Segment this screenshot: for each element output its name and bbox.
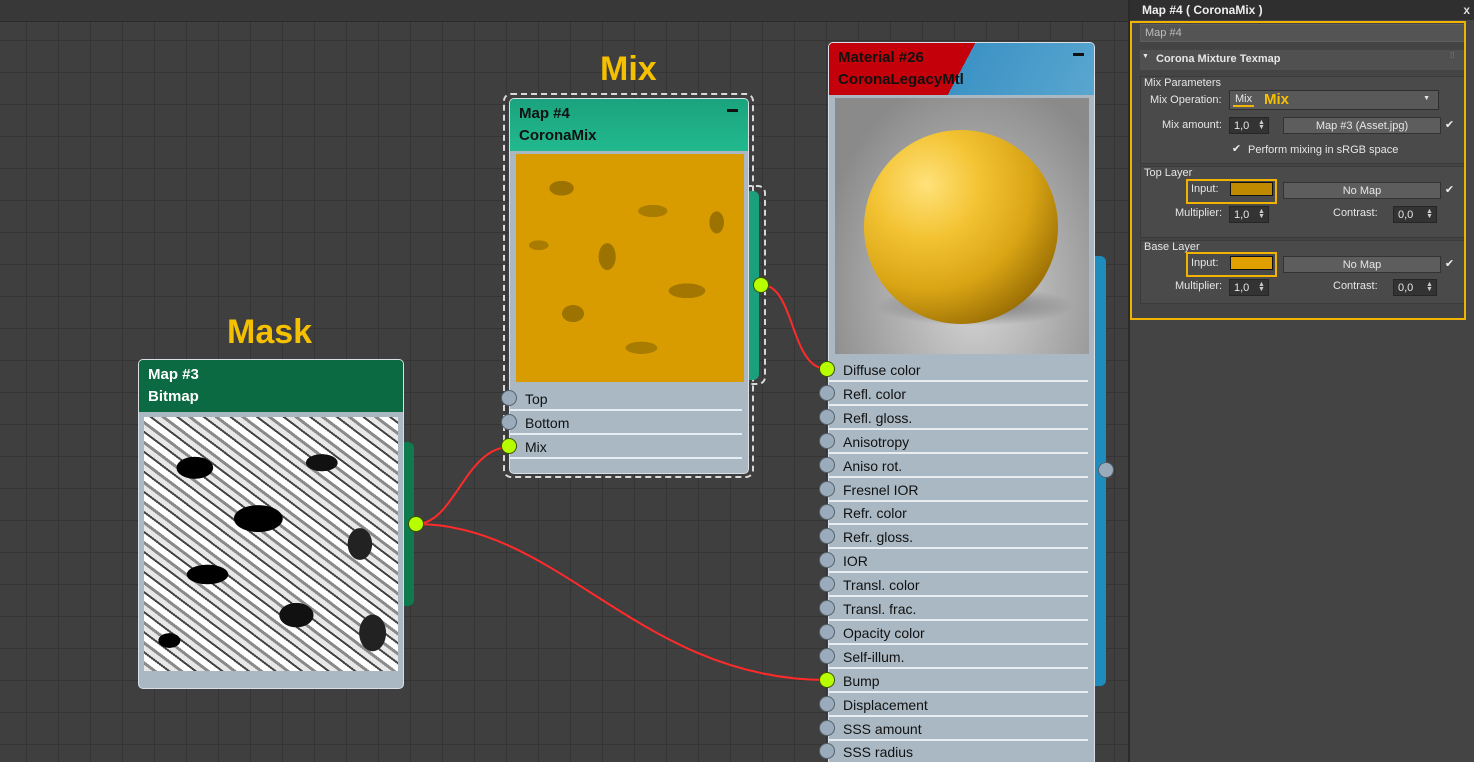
material-slot-self-illum[interactable]: Self-illum.: [829, 645, 1094, 669]
material-node-name: Material #26: [838, 49, 924, 66]
material-slot-fresnel-ior[interactable]: Fresnel IOR: [829, 478, 1094, 502]
material-slot-label: Refl. gloss.: [843, 409, 913, 426]
material-slot-label: Bump: [843, 672, 880, 689]
material-slot-transl-frac[interactable]: Transl. frac.: [829, 597, 1094, 621]
mask-output-socket[interactable]: [408, 516, 424, 532]
panel-title: Map #4 ( CoronaMix ): [1142, 3, 1263, 17]
top-input-highlight: [1186, 179, 1277, 204]
panel-titlebar: Map #4 ( CoronaMix ) x: [1130, 0, 1474, 20]
mix-node-type: CoronaMix: [519, 127, 597, 144]
material-slot-label: Fresnel IOR: [843, 481, 919, 498]
panel-highlight-frame: [1130, 21, 1466, 320]
material-slot-anisotropy[interactable]: Anisotropy: [829, 430, 1094, 454]
material-slot-ior[interactable]: IOR: [829, 549, 1094, 574]
material-slot-aniso-rot[interactable]: Aniso rot.: [829, 454, 1094, 478]
material-slot-label: Self-illum.: [843, 648, 905, 665]
material-slot-bump[interactable]: Bump: [829, 669, 1094, 693]
mix-annotation: Mix: [600, 50, 657, 88]
node-editor-canvas[interactable]: Mix Mask Map #4 CoronaMix Top Bottom Mix…: [0, 0, 1128, 762]
material-socket-displacement[interactable]: [819, 695, 835, 712]
material-node-header[interactable]: Material #26 CoronaLegacyMtl: [829, 43, 1094, 95]
material-preview-image: [835, 98, 1089, 354]
slot-bottom[interactable]: Bottom: [510, 411, 748, 435]
material-slot-displacement[interactable]: Displacement: [829, 693, 1094, 717]
wire-mask-to-mix: [415, 446, 511, 525]
material-slot-label: Refr. gloss.: [843, 529, 914, 546]
minimize-icon[interactable]: [727, 109, 738, 112]
mix-node-header[interactable]: Map #4 CoronaMix: [510, 99, 748, 151]
slot-top[interactable]: Top: [510, 387, 748, 411]
material-socket-opacity-color[interactable]: [819, 623, 835, 640]
material-socket-diffuse-color[interactable]: [819, 361, 835, 377]
material-socket-aniso-rot[interactable]: [819, 456, 835, 473]
material-slot-sss-amount[interactable]: SSS amount: [829, 717, 1094, 741]
material-slot-refr-color[interactable]: Refr. color: [829, 501, 1094, 526]
socket-bottom[interactable]: [501, 414, 517, 430]
material-slot-label: Refl. color: [843, 385, 907, 402]
material-slot-label: Displacement: [843, 696, 928, 713]
material-slot-transl-color[interactable]: Transl. color: [829, 573, 1094, 598]
preview-sphere: [864, 130, 1058, 324]
material-slot-refl-gloss[interactable]: Refl. gloss.: [829, 406, 1094, 430]
material-slot-label: Anisotropy: [843, 433, 910, 450]
slot-top-label: Top: [525, 391, 548, 407]
minimize-icon[interactable]: [1073, 53, 1084, 56]
material-slot-label: Opacity color: [843, 624, 925, 641]
material-slot-label: Diffuse color: [843, 362, 921, 378]
mask-node-header[interactable]: Map #3 Bitmap: [139, 360, 403, 412]
mask-preview-image: [144, 417, 398, 671]
material-node[interactable]: Material #26 CoronaLegacyMtl Diffuse col…: [828, 42, 1095, 762]
material-socket-fresnel-ior[interactable]: [819, 480, 835, 497]
mask-annotation: Mask: [227, 313, 313, 351]
mask-node-name: Map #3: [148, 366, 199, 383]
mask-node[interactable]: Map #3 Bitmap: [138, 359, 404, 689]
material-slot-refl-color[interactable]: Refl. color: [829, 382, 1094, 406]
material-slot-sss-radius[interactable]: SSS radius: [829, 740, 1094, 762]
material-socket-anisotropy[interactable]: [819, 432, 835, 449]
slot-mix[interactable]: Mix: [510, 435, 748, 459]
mix-node[interactable]: Map #4 CoronaMix Top Bottom Mix: [509, 98, 749, 474]
mix-node-name: Map #4: [519, 105, 570, 122]
material-slot-label: SSS radius: [843, 744, 914, 761]
socket-top[interactable]: [501, 390, 517, 406]
slot-mix-label: Mix: [525, 439, 547, 455]
slot-bottom-label: Bottom: [525, 415, 570, 431]
material-socket-refl-gloss[interactable]: [819, 408, 835, 425]
material-slot-label: Transl. frac.: [843, 601, 917, 617]
material-output-socket[interactable]: [1098, 462, 1114, 478]
mix-output-socket[interactable]: [753, 277, 769, 293]
mask-node-type: Bitmap: [148, 388, 199, 405]
mix-preview-image: [516, 154, 744, 382]
socket-mix[interactable]: [501, 438, 517, 454]
material-socket-transl-color[interactable]: [819, 576, 835, 593]
material-socket-bump[interactable]: [819, 671, 835, 688]
wire-mask-to-bump: [415, 523, 828, 681]
wire-mix-to-diffuse: [761, 284, 828, 370]
material-slot-refr-gloss[interactable]: Refr. gloss.: [829, 525, 1094, 550]
base-input-highlight: [1186, 252, 1277, 277]
material-socket-transl-frac[interactable]: [819, 600, 835, 616]
material-slot-label: Aniso rot.: [843, 457, 903, 474]
parameter-panel: Map #4 ( CoronaMix ) x Map #4 ▼ Corona M…: [1128, 0, 1474, 762]
material-node-type: CoronaLegacyMtl: [838, 71, 964, 88]
close-icon[interactable]: x: [1463, 3, 1470, 17]
material-slot-label: IOR: [843, 553, 868, 570]
material-slot-opacity-color[interactable]: Opacity color: [829, 621, 1094, 645]
material-socket-sss-amount[interactable]: [819, 719, 835, 736]
material-slot-label: Transl. color: [843, 577, 920, 594]
material-socket-refl-color[interactable]: [819, 384, 835, 401]
material-slot-diffuse-color[interactable]: Diffuse color: [829, 358, 1094, 382]
material-slot-label: Refr. color: [843, 505, 907, 522]
material-slot-label: SSS amount: [843, 720, 922, 737]
material-socket-self-illum[interactable]: [819, 647, 835, 664]
